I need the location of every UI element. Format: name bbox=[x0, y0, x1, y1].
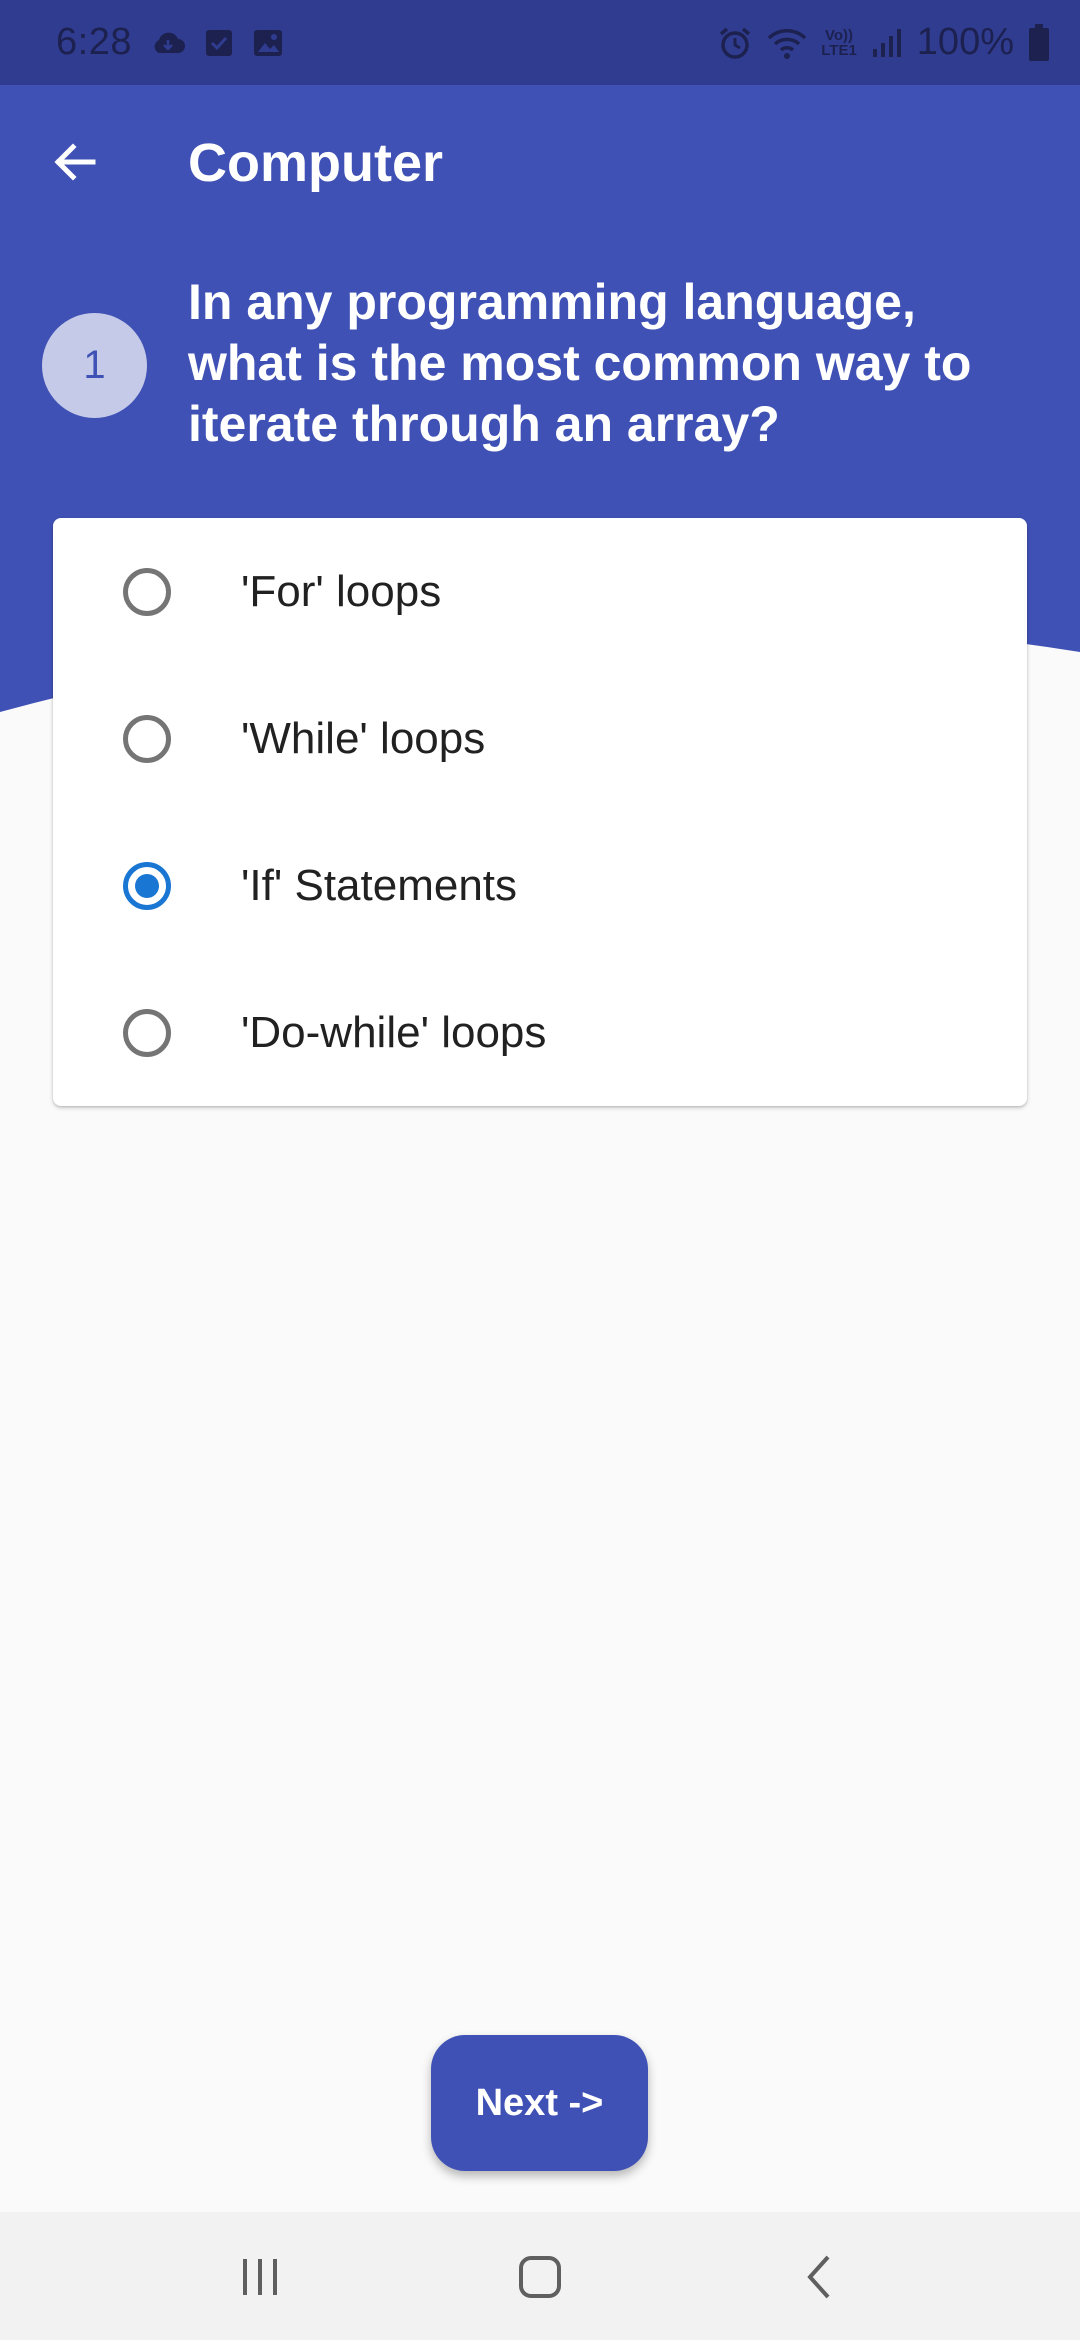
recent-apps-icon bbox=[243, 2259, 277, 2295]
battery-icon bbox=[1028, 23, 1050, 62]
radio-button[interactable] bbox=[123, 567, 171, 616]
alarm-icon bbox=[717, 25, 753, 61]
radio-selected-dot bbox=[135, 873, 159, 898]
app-bar: Computer bbox=[0, 85, 1080, 230]
arrow-back-icon bbox=[54, 143, 96, 181]
option-row[interactable]: 'For' loops bbox=[53, 518, 1027, 665]
question-text: In any programming language, what is the… bbox=[188, 274, 972, 452]
signal-icon bbox=[871, 27, 903, 59]
nav-back-button[interactable] bbox=[770, 2232, 870, 2322]
navigation-bar bbox=[0, 2212, 1080, 2340]
option-label: 'While' loops bbox=[241, 713, 486, 763]
option-row[interactable]: 'Do-while' loops bbox=[53, 959, 1027, 1106]
recent-apps-button[interactable] bbox=[210, 2232, 310, 2322]
back-button[interactable] bbox=[40, 127, 110, 197]
home-icon bbox=[519, 2256, 561, 2298]
status-left: 6:28 bbox=[56, 0, 284, 85]
question-number-badge: 1 bbox=[42, 313, 147, 418]
option-label: 'Do-while' loops bbox=[241, 1007, 547, 1057]
status-bar: 6:28 Vo)) LTE1 100% bbox=[0, 0, 1080, 85]
cloud-download-icon bbox=[150, 28, 186, 58]
radio-button[interactable] bbox=[123, 1008, 171, 1057]
next-button[interactable]: Next -> bbox=[431, 2035, 648, 2171]
battery-percent: 100% bbox=[916, 21, 1014, 63]
status-time: 6:28 bbox=[56, 21, 132, 63]
image-icon bbox=[252, 28, 284, 58]
wifi-icon bbox=[767, 26, 807, 60]
page-title: Computer bbox=[188, 133, 443, 193]
option-row[interactable]: 'While' loops bbox=[53, 665, 1027, 812]
volte-label: Vo)) bbox=[824, 26, 854, 44]
volte-lte-icon: Vo)) LTE1 bbox=[821, 28, 857, 58]
home-button[interactable] bbox=[490, 2232, 590, 2322]
option-row-selected[interactable]: 'If' Statements bbox=[53, 812, 1027, 959]
radio-button[interactable] bbox=[123, 861, 171, 910]
lte-label: LTE1 bbox=[821, 41, 857, 59]
checkbox-icon bbox=[204, 28, 234, 58]
options-card: 'For' loops 'While' loops 'If' Statement… bbox=[53, 518, 1027, 1106]
back-icon bbox=[807, 2255, 830, 2299]
option-label: 'If' Statements bbox=[241, 860, 518, 910]
status-right: Vo)) LTE1 100% bbox=[717, 0, 1050, 85]
option-label: 'For' loops bbox=[241, 566, 442, 616]
radio-button[interactable] bbox=[123, 714, 171, 763]
